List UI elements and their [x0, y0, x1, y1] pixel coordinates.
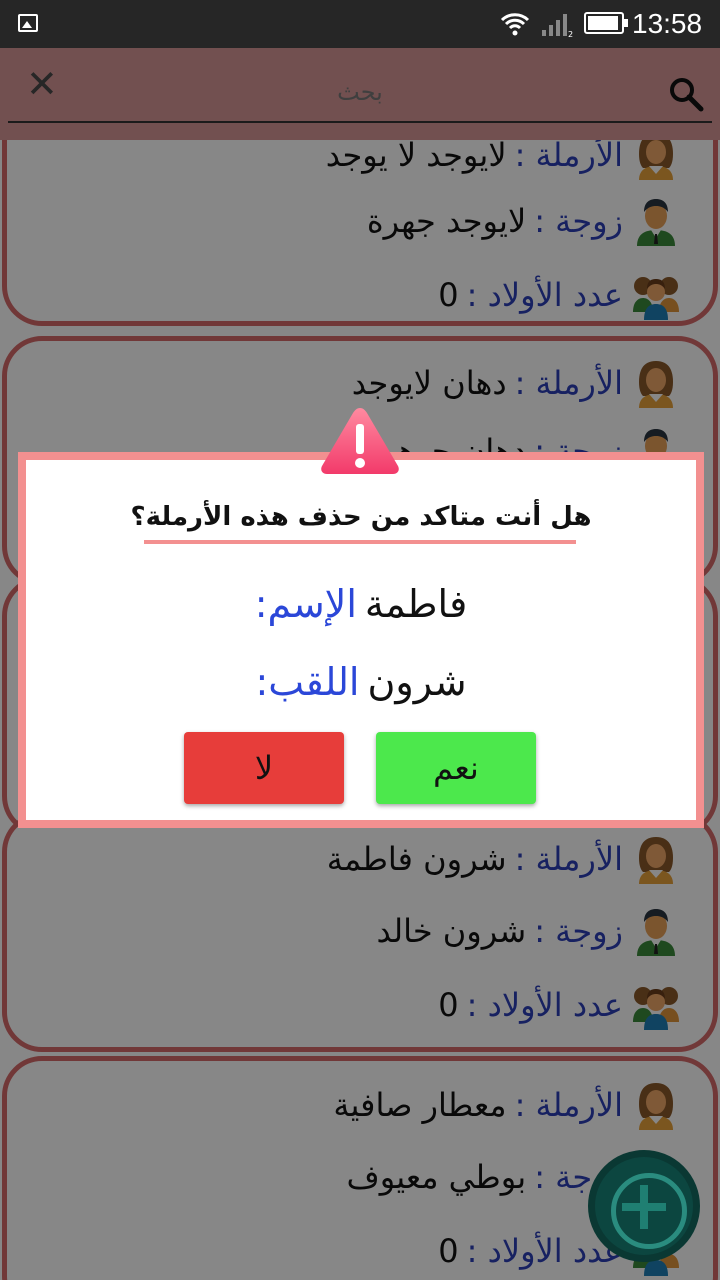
dialog-title: هل أنت متاكد من حذف هذه الأرملة؟ [130, 502, 592, 532]
add-widow-button[interactable] [588, 1150, 700, 1262]
gallery-notification-icon [18, 14, 38, 32]
status-bar: 2 13:58 [0, 0, 720, 48]
no-button[interactable]: لا [184, 732, 344, 804]
name-line: الإسم: فاطمة [26, 582, 696, 626]
surname-value: شرون [367, 660, 467, 704]
surname-label: اللقب: [255, 660, 360, 704]
surname-line: اللقب: شرون [26, 660, 696, 704]
title-underline [144, 540, 576, 544]
add-icon-stroke [640, 1185, 648, 1229]
wifi-icon [500, 13, 530, 36]
name-label: الإسم: [254, 582, 357, 626]
status-time: 13:58 [632, 8, 703, 39]
signal-icon: 2 [542, 14, 573, 38]
svg-text:2: 2 [568, 30, 573, 38]
battery-icon [584, 12, 628, 34]
delete-confirm-dialog: هل أنت متاكد من حذف هذه الأرملة؟ الإسم: … [18, 452, 704, 828]
yes-button[interactable]: نعم [376, 732, 536, 804]
name-value: فاطمة [364, 582, 468, 626]
warning-triangle-icon [321, 408, 399, 474]
